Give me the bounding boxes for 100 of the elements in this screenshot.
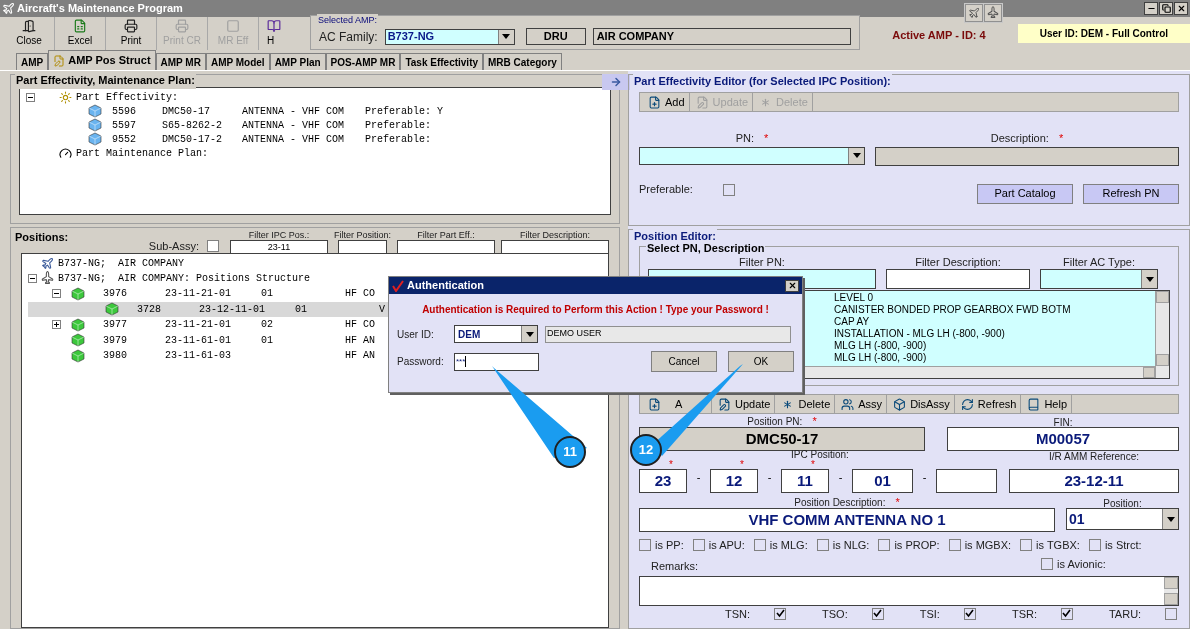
- separator: -: [695, 469, 702, 485]
- filter-label: Filter PN:: [739, 256, 785, 269]
- list-item[interactable]: CANISTER BONDED PROP GEARBOX FWD BOTM: [834, 304, 1155, 316]
- position-description: HF CO: [345, 287, 375, 302]
- window-title: Aircraft's Maintenance Program: [17, 1, 183, 17]
- position-select[interactable]: 01: [1066, 508, 1179, 530]
- required-mark: *: [812, 413, 817, 429]
- toolbar-button[interactable]: Close: [4, 17, 55, 50]
- text-field[interactable]: 01: [852, 469, 913, 493]
- position-row[interactable]: 3977 23-11-21-01 02 HF CO: [28, 317, 375, 333]
- user-name-field: DEMO USER: [545, 325, 791, 343]
- preferable-text: Preferable: Y: [365, 104, 443, 119]
- tree-node[interactable]: B737-NG; AIR COMPANY: Positions Structure: [58, 271, 311, 286]
- tab[interactable]: AMP: [16, 53, 49, 70]
- tab[interactable]: AMP MR: [155, 53, 206, 70]
- flag-label: is Avionic:: [1057, 556, 1106, 572]
- group-title: Part Effectivity Editor (for Selected IPC Position):: [633, 73, 892, 90]
- ac-family-select[interactable]: B737-NG: [384, 28, 515, 45]
- list-item[interactable]: LEVEL 0: [834, 292, 1155, 304]
- tab[interactable]: MRB Category: [483, 53, 562, 70]
- field-label: Position:: [1103, 497, 1142, 508]
- ipc-position: 23-11-21-01: [165, 318, 232, 333]
- part-description: ANTENNA - VHF COM: [242, 118, 346, 133]
- required-mark: *: [895, 494, 900, 510]
- text-field[interactable]: M00057: [947, 427, 1179, 451]
- position-description: HF AN: [345, 349, 375, 364]
- flag-label: TSO:: [822, 607, 848, 620]
- field-label: Remarks:: [651, 559, 700, 574]
- tab[interactable]: Task Effectivity: [400, 53, 484, 70]
- list-item[interactable]: MLG LH (-800, -900): [834, 352, 1155, 364]
- action-button[interactable]: Refresh PN: [1083, 183, 1179, 204]
- ipc-position: 23-12-11-01: [199, 302, 266, 317]
- text-field[interactable]: 12: [710, 469, 758, 493]
- list-item[interactable]: CAP AY: [834, 316, 1155, 328]
- list-item[interactable]: MLG LH (-800, -900): [834, 340, 1155, 352]
- required-mark: *: [811, 461, 815, 469]
- required-mark: *: [764, 131, 769, 146]
- toolbar-button[interactable]: DisAssy: [889, 395, 955, 413]
- field-label: Preferable:: [639, 182, 694, 198]
- dialog-button[interactable]: Cancel: [651, 351, 717, 372]
- list-item[interactable]: INSTALLATION - MLG LH (-800, -900): [834, 328, 1155, 340]
- active-amp-label: Active AMP - ID: 4: [892, 28, 986, 43]
- position-row[interactable]: 3979 23-11-61-01 01 HF AN: [28, 332, 375, 348]
- text-field[interactable]: 11: [781, 469, 829, 493]
- filter-label: Filter Description:: [915, 256, 1001, 269]
- field-label: I/R AMM Reference:: [1049, 450, 1139, 461]
- tab[interactable]: AMP Pos Struct: [48, 50, 156, 70]
- position-code: 01: [295, 302, 308, 317]
- separator: -: [837, 469, 844, 485]
- tab[interactable]: AMP Plan: [269, 53, 326, 70]
- tab[interactable]: AMP Model: [205, 53, 270, 70]
- password-field[interactable]: ***: [454, 352, 539, 371]
- dialog-button[interactable]: OK: [728, 351, 794, 372]
- filter-label: Filter Description:: [520, 230, 590, 240]
- action-button[interactable]: Part Catalog: [977, 183, 1073, 204]
- part-number: S65-8262-2: [162, 118, 223, 133]
- field-label: Password:: [397, 355, 445, 369]
- filter-label: Filter IPC Pos.:: [248, 230, 310, 240]
- position-id: 3728: [137, 302, 162, 317]
- text-field[interactable]: 23-12-11: [1009, 469, 1179, 493]
- user-id-select[interactable]: DEM: [454, 325, 538, 343]
- flag-label: is Strct:: [1104, 538, 1142, 553]
- position-description: HF CO: [345, 318, 375, 333]
- field-label: User ID:: [397, 327, 435, 342]
- field-label: Description:: [990, 131, 1049, 146]
- toolbar-button[interactable]: Assy: [837, 395, 888, 413]
- position-description: V: [379, 302, 385, 317]
- tree-node[interactable]: Part Effectivity:: [76, 89, 179, 105]
- tree-node[interactable]: B737-NG; AIR COMPANY: [58, 256, 185, 271]
- text-field[interactable]: 23: [639, 469, 687, 493]
- part-description: ANTENNA - VHF COM: [242, 132, 346, 147]
- position-description: HF AN: [345, 333, 375, 348]
- filter-label: Filter Part Eff.:: [417, 230, 475, 240]
- ipc-position: 23-11-61-01: [165, 333, 232, 348]
- toolbar-button[interactable]: H: [259, 17, 310, 50]
- filter-label: Filter AC Type:: [1063, 256, 1135, 269]
- ipc-position: 23-11-61-03: [165, 349, 232, 364]
- flag-label: is MGBX:: [964, 538, 1012, 553]
- field-label: AC Family:: [319, 28, 378, 46]
- text-field[interactable]: VHF COMM ANTENNA NO 1: [639, 508, 1055, 532]
- field-label: PN:: [735, 131, 755, 146]
- tree-node[interactable]: Part Maintenance Plan:: [76, 145, 209, 161]
- field-label: Position Description:: [794, 495, 886, 510]
- part-number: DMC50-17-2: [162, 132, 223, 147]
- code-field: DRU: [525, 28, 586, 45]
- position-code: 01: [261, 287, 274, 302]
- preferable-text: Preferable:: [365, 132, 431, 147]
- tab[interactable]: POS-AMP MR: [325, 53, 401, 70]
- user-badge: User ID: DEM - Full Control: [1017, 24, 1190, 43]
- position-row[interactable]: 3976 23-11-21-01 01 HF CO: [28, 286, 375, 302]
- field-label: Sub-Assy:: [148, 239, 199, 254]
- dialog-title: Authentication: [407, 278, 484, 294]
- toolbar-button[interactable]: Refresh: [956, 395, 1022, 413]
- position-row[interactable]: 3980 23-11-61-03 HF AN: [28, 348, 375, 364]
- flag-label: is NLG:: [832, 538, 870, 553]
- toolbar-button[interactable]: Add: [644, 93, 690, 111]
- required-mark: *: [740, 461, 744, 469]
- position-id: 3976: [103, 287, 128, 302]
- toolbar-button[interactable]: Help: [1023, 395, 1072, 413]
- operator-field: AIR COMPANY: [592, 28, 852, 45]
